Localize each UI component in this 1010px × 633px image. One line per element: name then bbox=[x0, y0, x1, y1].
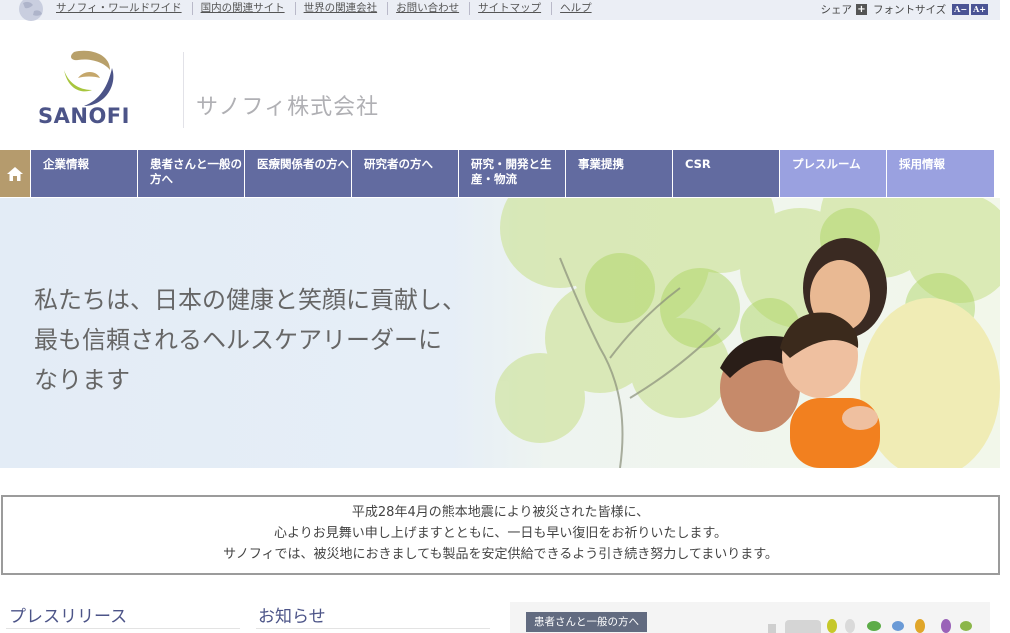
hero-line-2: 最も信頼されるヘルスケアリーダーに bbox=[34, 326, 442, 354]
hero-banner: 私たちは、日本の健康と笑顔に貢献し、 最も信頼されるヘルスケアリーダーに なりま… bbox=[0, 198, 1000, 468]
globe-icon bbox=[19, 0, 43, 21]
font-size-small-button[interactable]: A− bbox=[952, 4, 970, 15]
nav-item-company[interactable]: 企業情報 bbox=[31, 150, 138, 197]
nav-item-partnering[interactable]: 事業提携 bbox=[566, 150, 673, 197]
nav-item-researchers[interactable]: 研究者の方へ bbox=[352, 150, 459, 197]
share-label: シェア bbox=[820, 4, 852, 16]
nav-item-careers[interactable]: 採用情報 bbox=[887, 150, 994, 197]
patient-tag[interactable]: 患者さんと一般の方へ bbox=[526, 612, 647, 632]
nav-item-healthcare-professionals[interactable]: 医療関係者の方へ bbox=[245, 150, 352, 197]
header-divider bbox=[183, 52, 184, 128]
utility-link-help[interactable]: ヘルプ bbox=[560, 2, 602, 15]
home-button[interactable] bbox=[0, 150, 31, 197]
utility-bar: サノフィ・ワールドワイド 国内の関連サイト 世界の関連会社 お問い合わせ サイト… bbox=[0, 0, 1000, 21]
home-icon bbox=[7, 166, 23, 181]
utility-nav: サノフィ・ワールドワイド 国内の関連サイト 世界の関連会社 お問い合わせ サイト… bbox=[56, 2, 610, 15]
utility-link-domestic-sites[interactable]: 国内の関連サイト bbox=[201, 2, 296, 15]
earthquake-notice: 平成28年4月の熊本地震により被災された皆様に、 心よりお見舞い申し上げますとと… bbox=[1, 495, 1000, 575]
notice-line-1: 平成28年4月の熊本地震により被災された皆様に、 bbox=[351, 505, 650, 520]
press-release-divider bbox=[6, 628, 240, 629]
hero-message: 私たちは、日本の健康と笑顔に貢献し、 最も信頼されるヘルスケアリーダーに なりま… bbox=[34, 280, 466, 400]
news-divider bbox=[256, 628, 490, 629]
press-release-heading[interactable]: プレスリリース bbox=[9, 602, 127, 627]
nav-item-press-room[interactable]: プレスルーム bbox=[780, 150, 887, 197]
notice-line-2: 心よりお見舞い申し上げますとともに、一日も早い復旧をお祈りいたします。 bbox=[273, 526, 728, 541]
utility-link-contact[interactable]: お問い合わせ bbox=[396, 2, 471, 15]
logo-wordmark[interactable]: SANOFI bbox=[38, 104, 130, 128]
main-nav: 企業情報 患者さんと一般の方へ 医療関係者の方へ 研究者の方へ 研究・開発と生産… bbox=[0, 150, 1000, 197]
fontsize-label: フォントサイズ bbox=[872, 4, 947, 16]
font-size-large-button[interactable]: A+ bbox=[971, 4, 988, 15]
utility-link-sitemap[interactable]: サイトマップ bbox=[478, 2, 553, 15]
nav-item-csr[interactable]: CSR bbox=[673, 150, 780, 197]
nav-item-rd-production[interactable]: 研究・開発と生産・物流 bbox=[459, 150, 566, 197]
utility-tools: シェア + フォントサイズ A− A+ bbox=[820, 2, 988, 17]
company-name: サノフィ株式会社 bbox=[196, 95, 380, 120]
nav-item-patients[interactable]: 患者さんと一般の方へ bbox=[138, 150, 245, 197]
share-plus-icon[interactable]: + bbox=[855, 4, 867, 15]
utility-link-worldwide[interactable]: サノフィ・ワールドワイド bbox=[56, 2, 193, 15]
news-heading[interactable]: お知らせ bbox=[258, 602, 326, 627]
hero-line-1: 私たちは、日本の健康と笑顔に貢献し、 bbox=[34, 286, 466, 314]
utility-link-global-affiliates[interactable]: 世界の関連会社 bbox=[304, 2, 389, 15]
notice-line-3: サノフィでは、被災地におきましても製品を安定供給できるよう引き続き努力してまいり… bbox=[223, 547, 778, 562]
hero-line-3: なります bbox=[34, 366, 130, 394]
